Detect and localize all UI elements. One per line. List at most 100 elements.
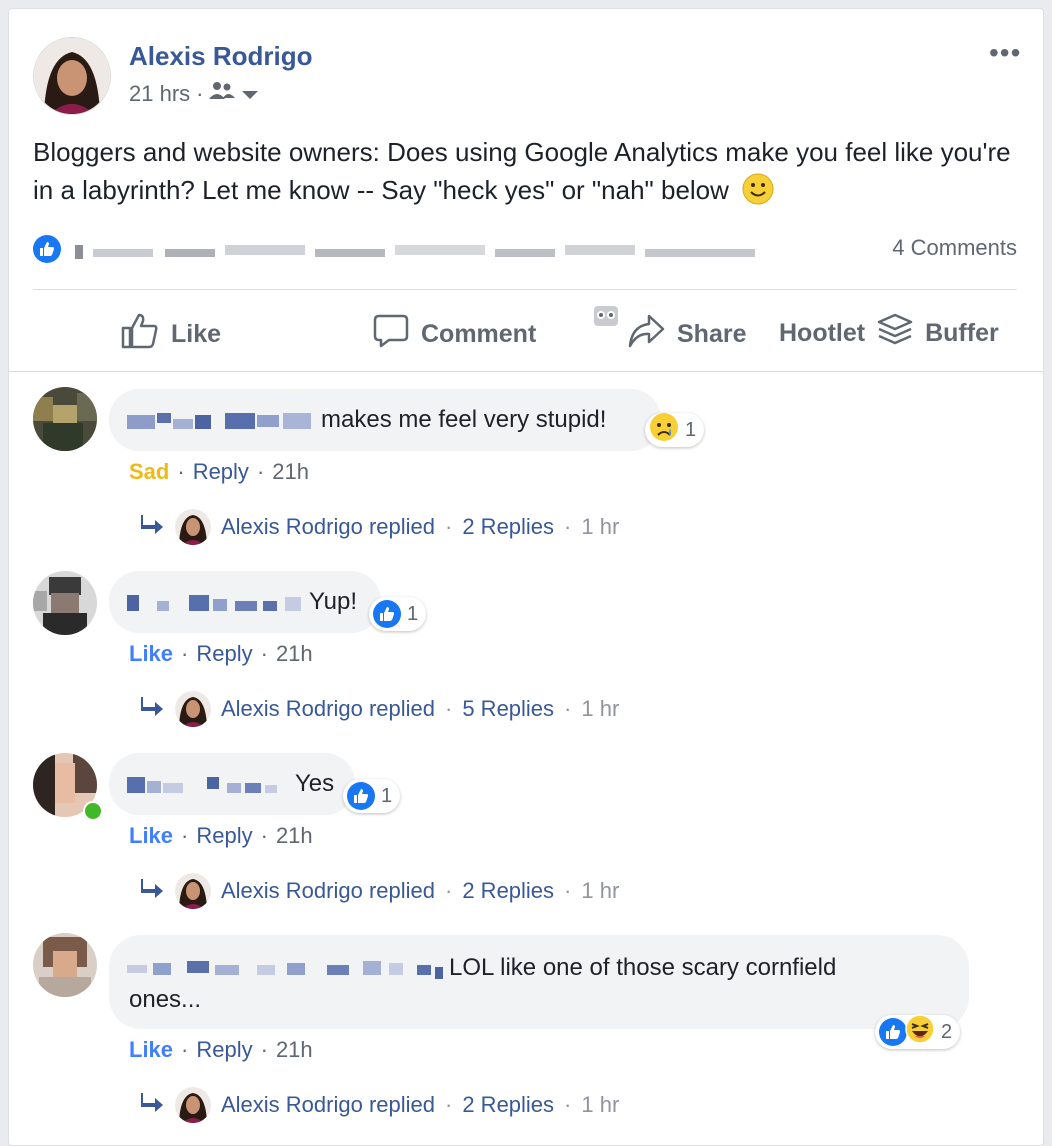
reaction-status[interactable]: Like: [129, 823, 173, 849]
dot-separator: ·: [445, 1092, 453, 1117]
blurred-commenter-name[interactable]: [127, 405, 317, 442]
comment-button[interactable]: Comment: [373, 313, 536, 356]
blurred-commenter-name[interactable]: [127, 587, 307, 624]
reaction-count: 1: [407, 602, 419, 625]
more-options-icon[interactable]: •••: [989, 37, 1021, 69]
commenter-avatar[interactable]: [33, 387, 97, 451]
reaction-pill[interactable]: 1: [343, 779, 401, 813]
reaction-count: 1: [381, 784, 393, 807]
dot-separator: ·: [181, 641, 189, 666]
comments-divider: [9, 371, 1043, 372]
post-text: Bloggers and website owners: Does using …: [33, 133, 1013, 215]
reply-arrow-icon: [139, 513, 165, 541]
share-button[interactable]: Share: [627, 313, 746, 356]
dot-separator: ·: [445, 514, 453, 539]
reply-time: 1 hr: [581, 696, 620, 721]
reply-button[interactable]: Reply: [196, 641, 252, 667]
dot-separator: ·: [256, 459, 265, 484]
share-icon: [627, 313, 665, 356]
replier-avatar: [175, 1087, 211, 1123]
dot-separator: ·: [564, 514, 572, 539]
comment-time[interactable]: 21h: [276, 641, 313, 667]
dot-separator: ·: [177, 459, 185, 484]
comment-actions: Like · Reply · 21h: [129, 1037, 313, 1063]
comment-time[interactable]: 21h: [276, 823, 313, 849]
replier-avatar: [175, 691, 211, 727]
friends-audience-icon[interactable]: [209, 81, 236, 107]
replies-link[interactable]: Alexis Rodrigo replied · 5 Replies · 1 h…: [139, 691, 619, 727]
reply-arrow-icon: [139, 1091, 165, 1119]
dot-separator: ·: [181, 1037, 189, 1062]
comment-bubble: makes me feel very stupid!: [109, 389, 661, 451]
hootlet-label: Hootlet: [779, 319, 866, 347]
like-reaction-icon: [373, 600, 401, 628]
comment-bubble: Yes: [109, 753, 355, 815]
like-reaction-icon: [347, 782, 375, 810]
dot-separator: ·: [564, 878, 572, 903]
replies-count[interactable]: 5 Replies: [462, 696, 554, 722]
comment-time[interactable]: 21h: [276, 1037, 313, 1063]
reaction-pill[interactable]: 2: [875, 1014, 961, 1050]
reply-time: 1 hr: [581, 878, 620, 903]
blurred-commenter-name[interactable]: [127, 769, 287, 806]
online-status-dot: [83, 801, 103, 821]
replied-by: Alexis Rodrigo replied: [221, 878, 435, 903]
replies-link[interactable]: Alexis Rodrigo replied · 2 Replies · 1 h…: [139, 509, 619, 545]
replied-by: Alexis Rodrigo replied: [221, 696, 435, 721]
divider: [33, 289, 1017, 290]
buffer-icon: [877, 313, 913, 354]
comment-text: Yes: [295, 770, 335, 797]
comment-label: Comment: [421, 320, 537, 348]
like-button[interactable]: Like: [121, 313, 221, 356]
smile-emoji-icon: [742, 173, 774, 215]
replies-count[interactable]: 2 Replies: [462, 878, 554, 904]
reply-arrow-icon: [139, 877, 165, 905]
like-reaction-icon[interactable]: [33, 235, 61, 263]
comment-bubble: LOL like one of those scary cornfield on…: [109, 935, 969, 1029]
comment-time[interactable]: 21h: [272, 459, 309, 485]
comment-text: makes me feel very stupid!: [321, 406, 607, 433]
reaction-pill[interactable]: 1: [645, 413, 705, 447]
post-time[interactable]: 21 hrs: [129, 81, 190, 107]
replies-link[interactable]: Alexis Rodrigo replied · 2 Replies · 1 h…: [139, 1087, 619, 1123]
comment-icon: [373, 313, 409, 356]
chevron-down-icon[interactable]: [241, 81, 259, 107]
comment-text: Yup!: [309, 588, 358, 615]
dot-separator: ·: [564, 696, 572, 721]
reactors-names-blurred[interactable]: [75, 235, 755, 263]
commenter-avatar[interactable]: [33, 933, 97, 997]
reaction-pill[interactable]: 1: [369, 597, 427, 631]
reply-button[interactable]: Reply: [196, 1037, 252, 1063]
blurred-commenter-name[interactable]: [127, 951, 447, 988]
author-avatar[interactable]: [33, 37, 111, 115]
reaction-status[interactable]: Like: [129, 641, 173, 667]
reply-button[interactable]: Reply: [196, 823, 252, 849]
reply-time: 1 hr: [581, 1092, 620, 1117]
post-card: Alexis Rodrigo 21 hrs · ••• Bloggers and…: [8, 8, 1044, 1146]
comment-actions: Sad · Reply · 21h: [129, 459, 309, 485]
reply-button[interactable]: Reply: [193, 459, 249, 485]
share-label: Share: [677, 320, 747, 348]
like-reaction-icon: [879, 1018, 907, 1046]
comments-count[interactable]: 4 Comments: [892, 235, 1017, 261]
hootlet-owl-icon[interactable]: [593, 305, 619, 332]
dot-separator: ·: [564, 1092, 572, 1117]
reaction-status[interactable]: Like: [129, 1037, 173, 1063]
comment-bubble: Yup!: [109, 571, 381, 633]
like-label: Like: [171, 320, 222, 348]
hootlet-button[interactable]: Hootlet Buffer: [779, 313, 999, 354]
reply-arrow-icon: [139, 695, 165, 723]
dot-separator: ·: [260, 1037, 268, 1062]
replies-link[interactable]: Alexis Rodrigo replied · 2 Replies · 1 h…: [139, 873, 619, 909]
like-thumb-icon: [121, 313, 159, 356]
reaction-status[interactable]: Sad: [129, 459, 169, 485]
dot-separator: ·: [445, 878, 453, 903]
buffer-label: Buffer: [925, 319, 999, 347]
replied-by: Alexis Rodrigo replied: [221, 1092, 435, 1117]
commenter-avatar[interactable]: [33, 571, 97, 635]
replies-count[interactable]: 2 Replies: [462, 514, 554, 540]
author-name[interactable]: Alexis Rodrigo: [129, 41, 312, 72]
replier-avatar: [175, 509, 211, 545]
replies-count[interactable]: 2 Replies: [462, 1092, 554, 1118]
haha-reaction-icon: [905, 1014, 935, 1050]
